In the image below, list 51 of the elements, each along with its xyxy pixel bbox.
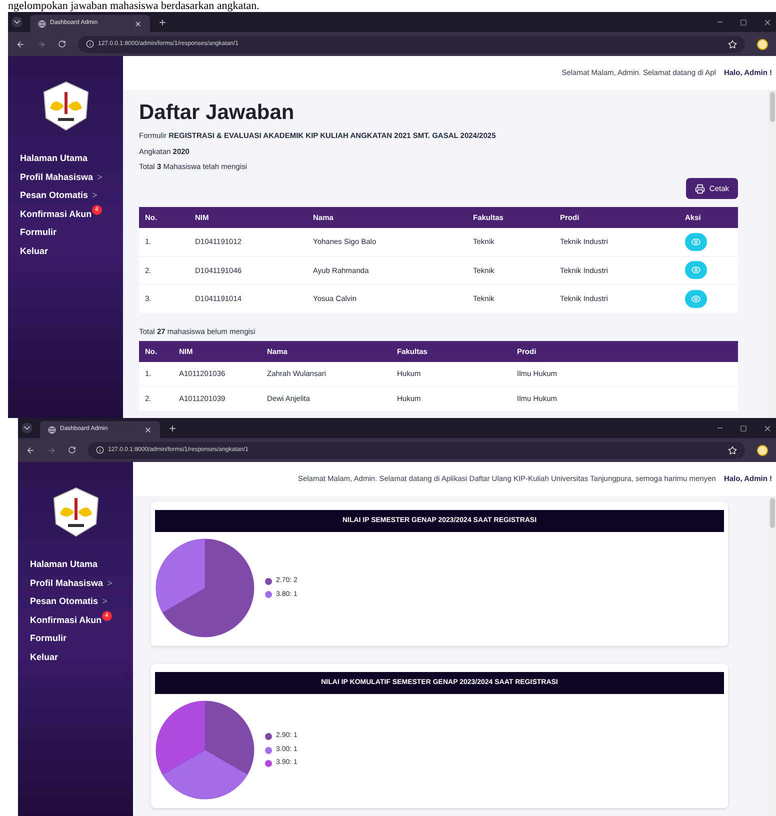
info-icon	[86, 40, 94, 48]
profile-avatar-icon[interactable]	[757, 38, 768, 50]
globe-icon	[38, 20, 46, 28]
globe-icon	[48, 426, 56, 434]
eye-icon	[691, 294, 701, 304]
sidebar-item[interactable]: Konfirmasi Akun	[30, 614, 102, 627]
sidebar-item[interactable]: Konfirmasi Akun	[20, 208, 92, 221]
page-title: Daftar Jawaban	[139, 100, 296, 126]
printer-icon	[695, 184, 706, 194]
chevron-icon: >	[97, 170, 102, 184]
sidebar-item[interactable]: Keluar	[20, 244, 48, 258]
sidebar-item[interactable]: Halaman Utama	[30, 558, 98, 572]
tab-menu-icon[interactable]	[12, 17, 22, 27]
forward-icon[interactable]	[47, 446, 56, 454]
bookmark-star-icon[interactable]	[728, 40, 737, 48]
reload-icon[interactable]	[68, 446, 76, 454]
legend-swatch	[265, 746, 272, 754]
eye-icon	[691, 236, 701, 247]
sidebar-item[interactable]: Formulir	[30, 632, 67, 646]
legend-swatch	[265, 733, 272, 740]
close-icon[interactable]	[134, 20, 142, 28]
sidebar-item[interactable]: Pesan Otomatis	[30, 595, 98, 608]
chevron-icon: >	[102, 595, 108, 608]
chevron-icon: >	[92, 189, 98, 202]
legend-swatch	[265, 578, 272, 585]
bookmark-star-icon[interactable]	[728, 446, 737, 454]
back-icon[interactable]	[26, 446, 35, 454]
maximize-icon[interactable]	[740, 424, 747, 432]
maximize-icon[interactable]	[740, 18, 747, 26]
tab-menu-icon[interactable]	[22, 423, 32, 433]
sidebar-item[interactable]: Profil Mahasiswa	[20, 170, 94, 184]
sidebar-item[interactable]: Profil Mahasiswa	[30, 576, 104, 590]
new-tab-icon[interactable]	[168, 424, 177, 432]
close-icon[interactable]	[763, 18, 772, 26]
reload-icon[interactable]	[58, 40, 66, 48]
close-icon[interactable]	[763, 424, 772, 432]
sidebar-item[interactable]: Keluar	[30, 650, 58, 664]
sidebar-item[interactable]: Formulir	[20, 226, 57, 240]
forward-icon[interactable]	[37, 40, 46, 48]
info-icon	[96, 446, 104, 454]
caption-text: ngelompokan jawaban mahasiswa berdasarkan angkatan.	[7, 0, 260, 12]
chevron-icon: >	[107, 576, 112, 590]
sidebar-item[interactable]: Halaman Utama	[20, 152, 88, 166]
eye-icon	[691, 265, 701, 276]
legend-swatch	[265, 760, 272, 767]
back-icon[interactable]	[16, 40, 25, 48]
close-icon[interactable]	[144, 426, 152, 434]
legend-swatch	[265, 591, 272, 598]
profile-avatar-icon[interactable]	[757, 444, 768, 456]
sidebar-item[interactable]: Pesan Otomatis	[20, 189, 88, 202]
new-tab-icon[interactable]	[158, 18, 167, 26]
